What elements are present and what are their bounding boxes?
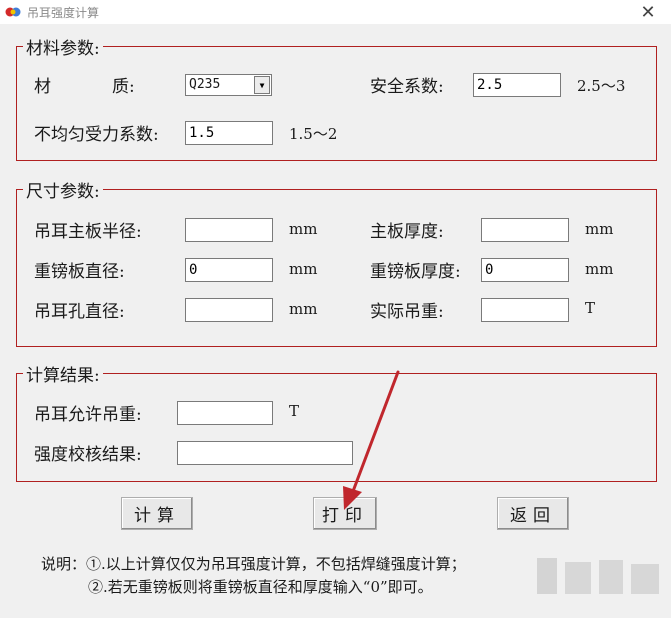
chevron-down-icon[interactable]: ▼	[254, 76, 270, 94]
actual-load-input[interactable]	[481, 298, 569, 322]
back-button[interactable]: 返回	[497, 497, 569, 530]
hole-diameter-label: 吊耳孔直径:	[34, 302, 125, 322]
hole-diameter-unit: mm	[289, 300, 318, 318]
material-select[interactable]: Q235 ▼	[185, 74, 272, 96]
check-result-label: 强度校核结果:	[34, 445, 142, 465]
close-icon[interactable]: ✕	[631, 0, 665, 24]
calculate-button[interactable]: 计算	[121, 497, 193, 530]
note-line-1: 说明：①.以上计算仅仅为吊耳强度计算，不包括焊缝强度计算；	[41, 555, 466, 573]
uneven-factor-input[interactable]: 1.5	[185, 121, 273, 145]
material-select-value: Q235	[189, 77, 221, 92]
hole-diameter-input[interactable]	[185, 298, 273, 322]
actual-load-unit: T	[585, 299, 596, 317]
title-bar: 吊耳强度计算 ✕	[0, 0, 671, 24]
main-thickness-label: 主板厚度:	[370, 222, 444, 242]
dialog-client: 材料参数: 材 质: Q235 ▼ 安全系数: 2.5 2.5～3 不均匀受力系…	[0, 24, 671, 618]
safety-label: 安全系数:	[370, 77, 444, 97]
uneven-range: 1.5～2	[289, 125, 338, 143]
uneven-label: 不均匀受力系数:	[34, 125, 159, 145]
pad-thickness-unit: mm	[585, 260, 614, 278]
allowed-load-output[interactable]	[177, 401, 273, 425]
dimension-legend: 尺寸参数:	[23, 177, 103, 202]
pad-diameter-unit: mm	[289, 260, 318, 278]
actual-load-label: 实际吊重:	[370, 302, 444, 322]
watermark-logo	[535, 552, 665, 610]
result-legend: 计算结果:	[23, 361, 103, 386]
main-thickness-unit: mm	[585, 220, 614, 238]
window-title: 吊耳强度计算	[27, 6, 100, 20]
pad-diameter-input[interactable]: 0	[185, 258, 273, 282]
watermark-logo-icon	[537, 558, 659, 594]
pad-thickness-label: 重镑板厚度:	[370, 262, 461, 282]
pad-diameter-label: 重镑板直径:	[34, 262, 125, 282]
allowed-load-label: 吊耳允许吊重:	[34, 405, 142, 425]
material-label-a: 材	[34, 77, 51, 97]
main-thickness-input[interactable]	[481, 218, 569, 242]
safety-range: 2.5～3	[577, 77, 626, 95]
app-logo-icon	[5, 7, 21, 17]
note-line-2: ②.若无重镑板则将重镑板直径和厚度输入“0”即可。	[88, 578, 433, 596]
allowed-load-unit: T	[289, 402, 300, 420]
safety-factor-input[interactable]: 2.5	[473, 73, 561, 97]
material-legend: 材料参数:	[23, 34, 103, 59]
check-result-output[interactable]	[177, 441, 353, 465]
material-label-b: 质:	[112, 77, 135, 97]
main-radius-label: 吊耳主板半径:	[34, 222, 142, 242]
main-radius-unit: mm	[289, 220, 318, 238]
main-radius-input[interactable]	[185, 218, 273, 242]
pad-thickness-input[interactable]: 0	[481, 258, 569, 282]
print-button[interactable]: 打印	[313, 497, 377, 530]
